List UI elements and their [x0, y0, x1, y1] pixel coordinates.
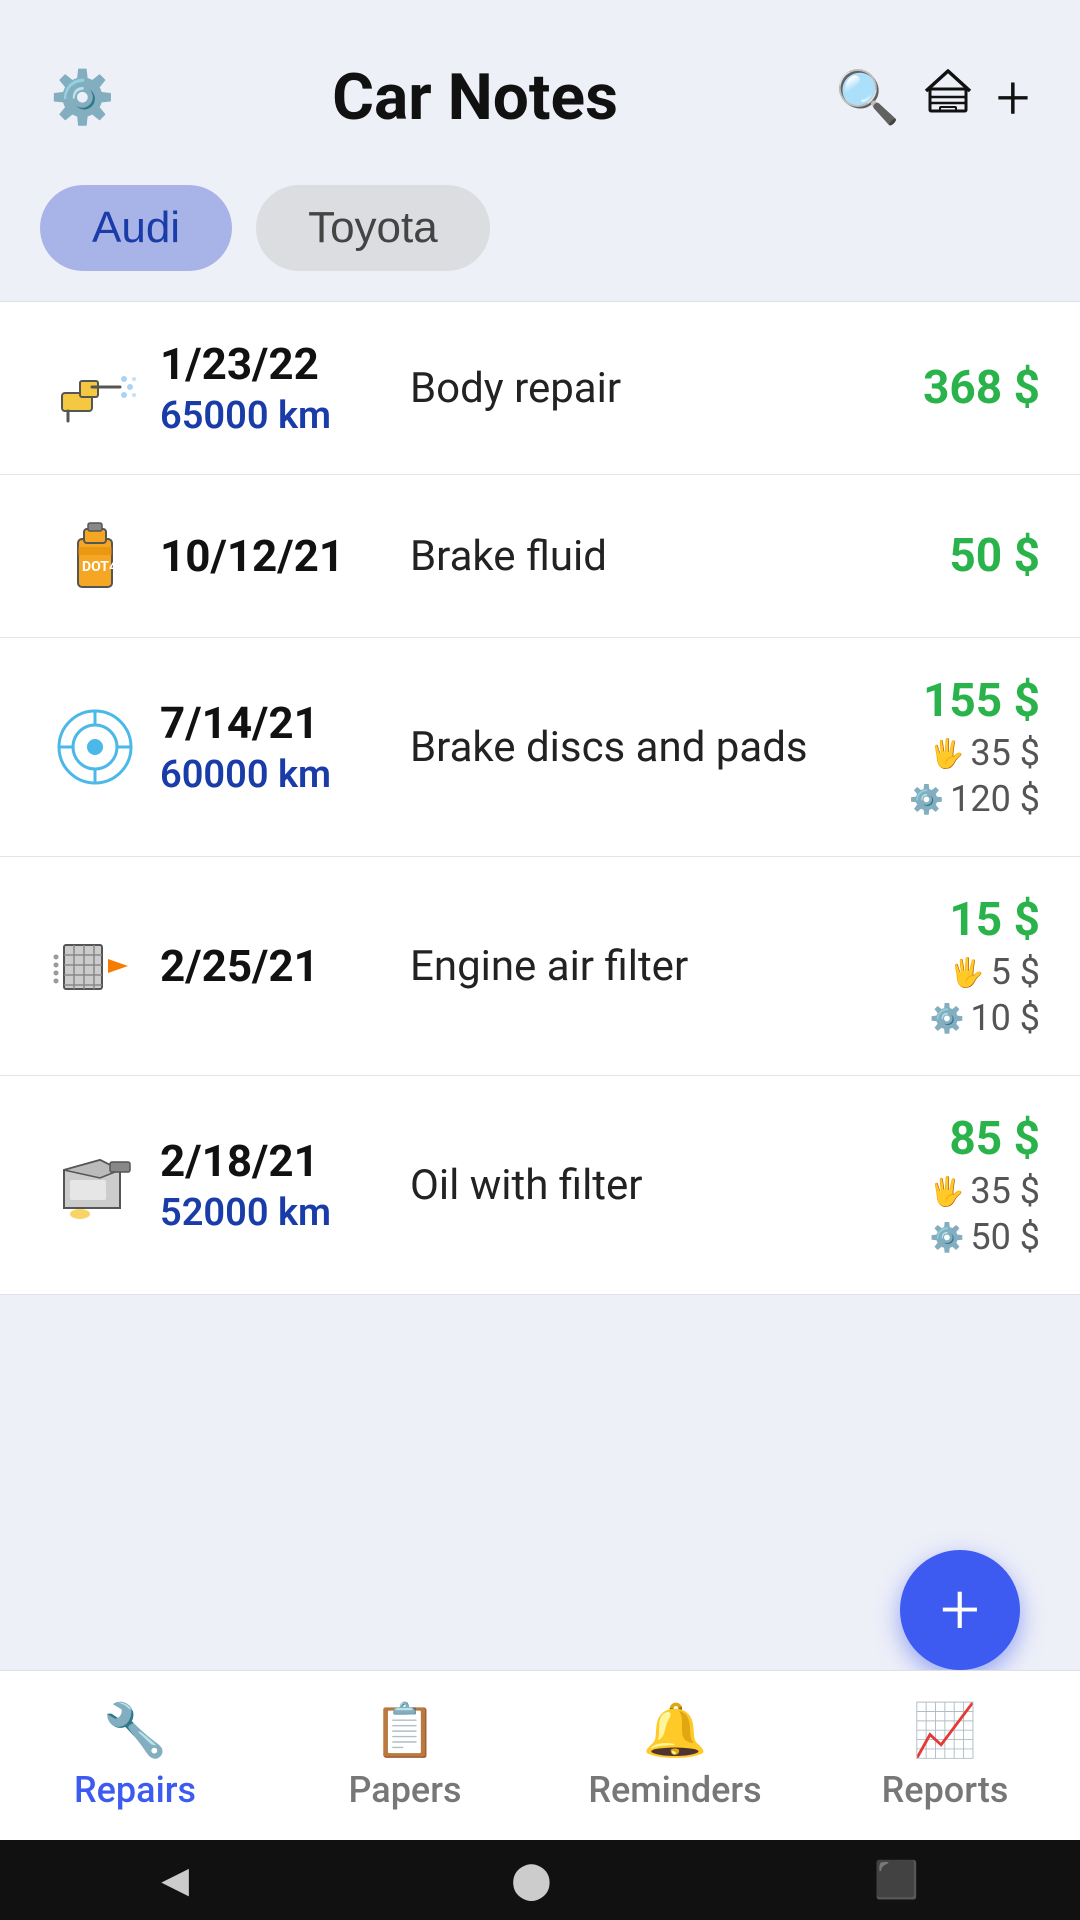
repair-total: 85 $: [850, 1112, 1040, 1166]
add-header-icon[interactable]: +: [996, 62, 1030, 133]
repair-item[interactable]: 2/25/21 Engine air filter 15 $ 🖐5 $ ⚙️10…: [0, 857, 1080, 1076]
repair-list: 1/23/22 65000 km Body repair 368 $ DOT4 …: [0, 301, 1080, 1295]
bottom-navigation: 🔧 Repairs 📋 Papers 🔔 Reminders 📈 Reports: [0, 1670, 1080, 1840]
tab-toyota[interactable]: Toyota: [256, 185, 490, 271]
reminders-label: Reminders: [588, 1769, 761, 1811]
nav-reminders[interactable]: 🔔 Reminders: [540, 1684, 810, 1827]
search-icon[interactable]: 🔍: [835, 67, 900, 128]
repair-date: 2/25/21: [160, 940, 380, 992]
repair-item[interactable]: 2/18/21 52000 km Oil with filter 85 $ 🖐3…: [0, 1076, 1080, 1295]
app-title: Car Notes: [125, 60, 826, 135]
repair-description: Brake fluid: [380, 532, 850, 581]
repair-cost-area: 15 $ 🖐5 $ ⚙️10 $: [850, 893, 1040, 1039]
repair-date: 2/18/21: [160, 1135, 380, 1187]
tab-audi[interactable]: Audi: [40, 185, 232, 271]
repair-parts: ⚙️50 $: [850, 1216, 1040, 1258]
repairs-label: Repairs: [74, 1769, 196, 1811]
settings-icon[interactable]: ⚙️: [50, 67, 115, 128]
nav-reports[interactable]: 📈 Reports: [810, 1684, 1080, 1827]
repair-date-area: 7/14/21 60000 km: [150, 697, 380, 797]
home-button[interactable]: ⬤: [511, 1859, 551, 1901]
reminders-icon: 🔔: [643, 1700, 708, 1761]
papers-icon: 📋: [373, 1700, 438, 1761]
repair-date-area: 10/12/21: [150, 530, 380, 582]
app-header: ⚙️ Car Notes 🔍 +: [0, 0, 1080, 165]
repair-date-area: 1/23/22 65000 km: [150, 338, 380, 438]
papers-label: Papers: [349, 1769, 462, 1811]
repair-total: 155 $: [850, 674, 1040, 728]
repair-km: 52000 km: [160, 1191, 380, 1235]
repair-total: 368 $: [850, 361, 1040, 415]
garage-icon[interactable]: [920, 63, 976, 132]
repair-labor: 🖐35 $: [850, 1170, 1040, 1212]
repair-date: 10/12/21: [160, 530, 380, 582]
fab-plus-icon: +: [940, 1575, 980, 1645]
android-nav-bar: ◀ ⬤ ⬛: [0, 1840, 1080, 1920]
repair-labor: 🖐5 $: [850, 951, 1040, 993]
repair-icon-fluid: DOT4: [40, 511, 150, 601]
repair-date-area: 2/18/21 52000 km: [150, 1135, 380, 1235]
repair-icon-spray: [40, 343, 150, 433]
repair-cost-area: 50 $: [850, 529, 1040, 583]
repair-description: Engine air filter: [380, 942, 850, 991]
repair-item[interactable]: 7/14/21 60000 km Brake discs and pads 15…: [0, 638, 1080, 857]
repair-date: 1/23/22: [160, 338, 380, 390]
reports-label: Reports: [882, 1769, 1009, 1811]
repair-date-area: 2/25/21: [150, 940, 380, 992]
repair-cost-area: 155 $ 🖐35 $ ⚙️120 $: [850, 674, 1040, 820]
repair-icon-oil: [40, 1140, 150, 1230]
reports-icon: 📈: [913, 1700, 978, 1761]
repair-labor: 🖐35 $: [850, 732, 1040, 774]
repair-cost-area: 85 $ 🖐35 $ ⚙️50 $: [850, 1112, 1040, 1258]
recents-button[interactable]: ⬛: [874, 1859, 919, 1901]
repair-icon-disc: [40, 702, 150, 792]
repair-km: 65000 km: [160, 394, 380, 438]
repair-cost-area: 368 $: [850, 361, 1040, 415]
repair-total: 15 $: [850, 893, 1040, 947]
repair-item[interactable]: 1/23/22 65000 km Body repair 368 $: [0, 302, 1080, 475]
repair-total: 50 $: [850, 529, 1040, 583]
repair-date: 7/14/21: [160, 697, 380, 749]
repair-item[interactable]: DOT4 10/12/21 Brake fluid 50 $: [0, 475, 1080, 638]
nav-repairs[interactable]: 🔧 Repairs: [0, 1684, 270, 1827]
svg-text:DOT4: DOT4: [82, 559, 117, 575]
repairs-icon: 🔧: [103, 1700, 168, 1761]
repair-description: Body repair: [380, 364, 850, 413]
car-tabs: Audi Toyota: [0, 165, 1080, 301]
repair-km: 60000 km: [160, 753, 380, 797]
back-button[interactable]: ◀: [161, 1859, 189, 1901]
repair-description: Oil with filter: [380, 1161, 850, 1210]
nav-papers[interactable]: 📋 Papers: [270, 1684, 540, 1827]
add-repair-fab[interactable]: +: [900, 1550, 1020, 1670]
repair-parts: ⚙️10 $: [850, 997, 1040, 1039]
repair-icon-filter: [40, 921, 150, 1011]
repair-description: Brake discs and pads: [380, 723, 850, 772]
repair-parts: ⚙️120 $: [850, 778, 1040, 820]
